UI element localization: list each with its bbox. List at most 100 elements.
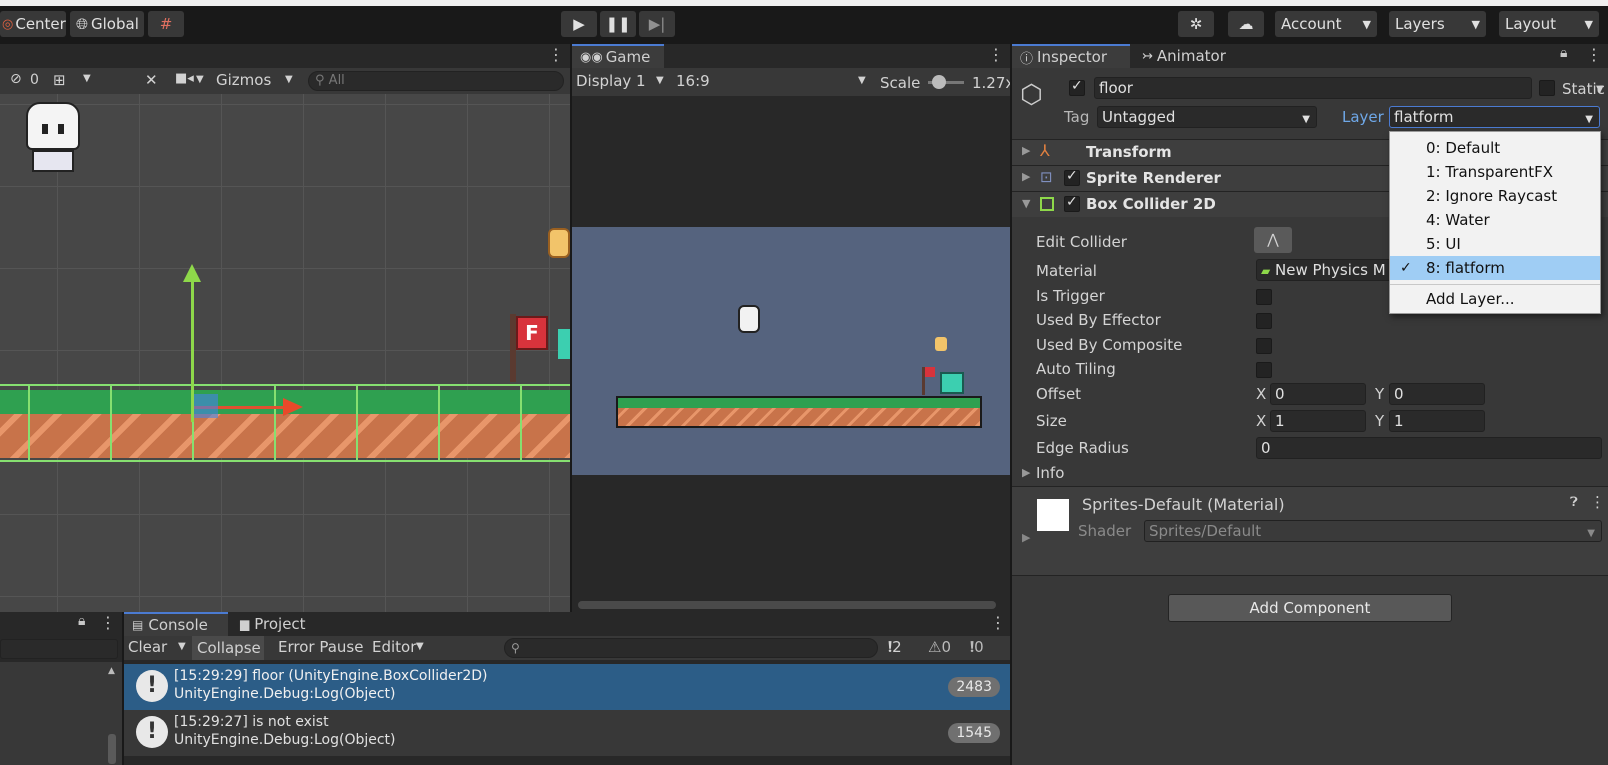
layer-dropdown[interactable]: flatform ▼ (1389, 106, 1600, 128)
scene-canvas[interactable]: F (0, 94, 570, 612)
account-dropdown[interactable]: Account ▼ (1275, 11, 1377, 37)
layer-option-flatform[interactable]: ✓ 8: flatform (1390, 256, 1600, 280)
layer-option-transparentfx[interactable]: 1: TransparentFX (1390, 160, 1600, 184)
y-axis-arrow-icon[interactable] (183, 264, 201, 282)
play-button[interactable]: ▶ (561, 11, 597, 37)
more-options-icon[interactable]: ⋮ (1586, 45, 1602, 64)
hierarchy-scrollbar[interactable] (108, 734, 116, 764)
grid-icon[interactable]: ⊞ (53, 71, 66, 89)
game-scrollbar[interactable] (578, 601, 996, 609)
hierarchy-search-input[interactable] (0, 639, 118, 659)
grid-snap-button[interactable]: # (148, 11, 184, 37)
clear-button[interactable]: Clear (128, 638, 167, 656)
static-checkbox[interactable] (1539, 80, 1555, 96)
layout-dropdown[interactable]: Layout ▼ (1499, 11, 1599, 37)
pivot-center-button[interactable]: ◎ Center (0, 11, 66, 37)
foldout-arrow-icon[interactable]: ▶ (1022, 144, 1030, 157)
step-button[interactable]: ▶| (639, 11, 675, 37)
foldout-arrow-icon[interactable]: ▶ (1022, 170, 1030, 183)
is-trigger-checkbox[interactable] (1256, 289, 1272, 305)
log-entry[interactable]: ! [15:29:29] floor (UnityEngine.BoxColli… (124, 664, 1010, 710)
layer-option-default[interactable]: 0: Default (1390, 136, 1600, 160)
chevron-down-icon[interactable]: ▼ (656, 75, 664, 86)
object-name-field[interactable]: floor (1094, 77, 1532, 99)
offset-x-field[interactable]: 0 (1270, 383, 1366, 405)
material-field[interactable]: ▰ New Physics M (1256, 259, 1396, 281)
size-y-field[interactable]: 1 (1389, 410, 1485, 432)
hierarchy-list[interactable] (0, 662, 122, 765)
chevron-down-icon[interactable]: ▼ (196, 74, 204, 85)
more-options-icon[interactable]: ⋮ (1590, 493, 1605, 511)
tab-game[interactable]: ◉◉ Game (572, 44, 664, 68)
game-view[interactable]: ◉◉ Game ⋮ Display 1 ▼ 16:9 ▼ Scale 1.27x (572, 44, 1010, 612)
player-sprite[interactable] (22, 102, 84, 174)
add-component-button[interactable]: Add Component (1168, 594, 1452, 622)
error-count-toggle[interactable]: ❗︎0 (970, 638, 984, 656)
chevron-down-icon[interactable]: ▼ (858, 75, 866, 86)
more-options-icon[interactable]: ⋮ (100, 613, 116, 632)
tab-project[interactable]: ▆ Project (232, 612, 336, 636)
chevron-down-icon[interactable]: ▼ (416, 641, 424, 652)
help-icon[interactable]: ❓︎ (1570, 495, 1578, 510)
used-by-composite-checkbox[interactable] (1256, 338, 1272, 354)
coin-sprite[interactable] (548, 228, 570, 258)
enemy-sprite[interactable] (558, 329, 570, 359)
error-pause-toggle[interactable]: Error Pause (278, 638, 363, 656)
services-button[interactable]: ✲ (1178, 11, 1214, 37)
warning-count-toggle[interactable]: ⚠0 (928, 638, 951, 656)
info-label[interactable]: Info (1036, 464, 1064, 482)
active-checkbox[interactable] (1069, 78, 1085, 96)
add-layer-option[interactable]: Add Layer... (1390, 287, 1600, 311)
aspect-dropdown[interactable]: 16:9 (676, 72, 710, 90)
scroll-up-icon[interactable]: ▲ (108, 666, 115, 676)
edit-collider-button[interactable]: ⋀ (1254, 227, 1292, 253)
tools-icon[interactable]: ✕ (145, 71, 158, 89)
sprite-renderer-enabled-checkbox[interactable] (1064, 168, 1080, 186)
chevron-down-icon[interactable]: ▼ (285, 74, 293, 85)
layer-option-ignore-raycast[interactable]: 2: Ignore Raycast (1390, 184, 1600, 208)
tab-animator[interactable]: ↣ Animator (1134, 44, 1250, 68)
auto-tiling-checkbox[interactable] (1256, 362, 1272, 378)
chevron-down-icon[interactable]: ▼ (83, 73, 91, 84)
layer-option-ui[interactable]: 5: UI (1390, 232, 1600, 256)
chevron-down-icon[interactable]: ▼ (178, 641, 186, 652)
collapse-toggle[interactable]: Collapse (192, 636, 264, 660)
x-axis-arrow-icon[interactable] (283, 398, 303, 416)
tag-dropdown[interactable]: Untagged ▼ (1097, 106, 1317, 128)
foldout-arrow-icon[interactable]: ▼ (1022, 197, 1030, 210)
scene-view[interactable]: ⋮ ⊘ 0 ⊞ ▼ ✕ ■◂ ▼ Gizmos ▼ ⚲ All F (0, 44, 570, 612)
lock-icon[interactable]: 🔒︎ (78, 613, 85, 629)
box-collider-enabled-checkbox[interactable] (1064, 194, 1080, 212)
tab-console[interactable]: ▤ Console (124, 612, 228, 636)
foldout-arrow-icon[interactable]: ▶ (1022, 466, 1030, 479)
global-space-button[interactable]: 🌐︎ Global (70, 11, 144, 37)
size-x-field[interactable]: 1 (1270, 410, 1366, 432)
shader-dropdown[interactable]: Sprites/Default ▼ (1144, 520, 1602, 542)
foldout-arrow-icon[interactable]: ▶ (1022, 531, 1030, 544)
log-entry[interactable]: ! [15:29:27] is not exist UnityEngine.De… (124, 710, 1010, 756)
layer-option-water[interactable]: 4: Water (1390, 208, 1600, 232)
game-render-area[interactable] (572, 227, 1010, 475)
layers-dropdown[interactable]: Layers ▼ (1389, 11, 1486, 37)
camera-icon[interactable]: ■◂ (175, 71, 194, 86)
chevron-down-icon[interactable]: ▼ (1596, 84, 1604, 95)
scene-search-input[interactable]: ⚲ All (308, 71, 564, 91)
cloud-button[interactable]: ☁ (1228, 11, 1264, 37)
more-options-icon[interactable]: ⋮ (548, 45, 564, 64)
offset-y-field[interactable]: 0 (1389, 383, 1485, 405)
move-gizmo-plane-handle[interactable] (194, 394, 218, 418)
flag-sprite[interactable]: F (510, 314, 550, 384)
log-count-toggle[interactable]: ❗︎2 (888, 638, 902, 656)
gizmos-button[interactable]: Gizmos (216, 71, 271, 89)
lock-icon[interactable]: 🔒︎ (1560, 45, 1567, 61)
pause-button[interactable]: ❚❚ (600, 11, 636, 37)
used-by-effector-checkbox[interactable] (1256, 313, 1272, 329)
edge-radius-field[interactable]: 0 (1256, 437, 1602, 459)
display-dropdown[interactable]: Display 1 (576, 72, 646, 90)
visibility-icon[interactable]: ⊘ (10, 71, 22, 87)
scale-slider-handle[interactable] (932, 75, 946, 89)
floor-sprite[interactable] (0, 384, 570, 462)
tab-inspector[interactable]: ⓘ Inspector (1012, 44, 1130, 68)
more-options-icon[interactable]: ⋮ (990, 613, 1006, 632)
more-options-icon[interactable]: ⋮ (988, 45, 1004, 64)
